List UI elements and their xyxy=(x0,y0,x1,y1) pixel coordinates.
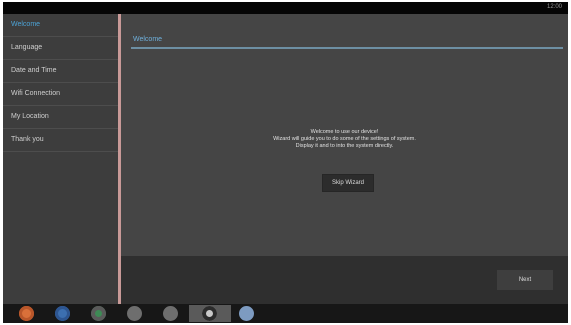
next-button[interactable]: Next xyxy=(497,270,553,290)
wizard-content: Welcome Welcome to use our device! Wizar… xyxy=(121,14,568,256)
globe-icon[interactable] xyxy=(55,306,70,321)
sidebar-item-welcome[interactable]: Welcome xyxy=(3,14,118,37)
status-bar: 12:00 xyxy=(3,2,568,14)
wizard-footer: Next xyxy=(121,256,568,304)
volume-icon[interactable] xyxy=(163,306,178,321)
menu-icon[interactable] xyxy=(239,306,254,321)
device-screen: 12:00 Welcome Language Date and Time Wif… xyxy=(3,2,568,323)
skip-wizard-button[interactable]: Skip Wizard xyxy=(322,174,374,192)
status-clock: 12:00 xyxy=(546,4,562,10)
sidebar-item-date-time[interactable]: Date and Time xyxy=(3,60,118,83)
wizard-sidebar: Welcome Language Date and Time Wifi Conn… xyxy=(3,14,118,304)
refresh-icon[interactable] xyxy=(91,306,106,321)
taskbar xyxy=(3,304,568,323)
home-icon[interactable] xyxy=(202,306,217,321)
sidebar-item-location[interactable]: My Location xyxy=(3,106,118,129)
back-arrow-icon[interactable] xyxy=(127,306,142,321)
message-line: Welcome to use our device! xyxy=(310,129,379,135)
message-line: Wizard will guide you to do some of the … xyxy=(273,136,416,142)
message-line: Display it and to into the system direct… xyxy=(295,143,394,149)
welcome-message: Welcome to use our device! Wizard will g… xyxy=(121,129,568,150)
page-title: Welcome xyxy=(133,36,163,43)
browser-icon[interactable] xyxy=(19,306,34,321)
sidebar-item-wifi[interactable]: Wifi Connection xyxy=(3,83,118,106)
sidebar-item-language[interactable]: Language xyxy=(3,37,118,60)
sidebar-item-thank-you[interactable]: Thank you xyxy=(3,129,118,152)
title-divider xyxy=(131,47,563,49)
